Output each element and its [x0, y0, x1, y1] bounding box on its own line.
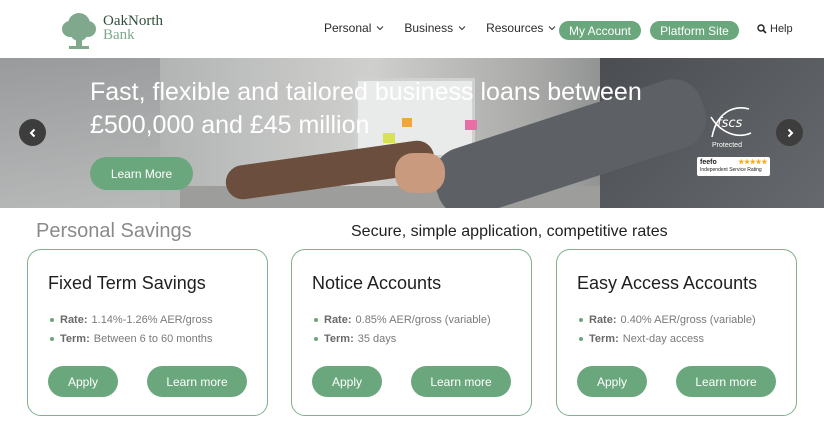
chevron-left-icon: [29, 128, 35, 137]
search-icon: [757, 24, 767, 34]
logo-text-oaknorth: OakNorth: [103, 13, 163, 29]
rate-label: Rate:: [589, 313, 617, 326]
term-label: Term:: [589, 332, 619, 345]
carousel-prev-button[interactable]: [19, 119, 46, 146]
term-label: Term:: [60, 332, 90, 345]
rate-label: Rate:: [324, 313, 352, 326]
section-subtitle: Secure, simple application, competitive …: [351, 223, 668, 240]
bullet-icon: [314, 336, 318, 341]
nav-personal[interactable]: Personal: [324, 21, 384, 35]
nav-resources-label: Resources: [486, 21, 544, 35]
feefo-badge[interactable]: feefo ★★★★★ Independent Service Rating: [697, 157, 770, 176]
oaknorth-logo[interactable]: OakNorth Bank: [61, 12, 163, 50]
card-title: Notice Accounts: [312, 273, 442, 293]
hero-learn-more-button[interactable]: Learn More: [90, 157, 193, 190]
list-item: Term: 35 days: [312, 329, 491, 348]
hero-bg-handshake: [395, 153, 445, 193]
card-title: Fixed Term Savings: [48, 273, 206, 293]
chevron-down-icon: [377, 26, 384, 31]
rate-label: Rate:: [60, 313, 88, 326]
my-account-button[interactable]: My Account: [559, 21, 641, 40]
rate-value: 1.14%-1.26% AER/gross: [91, 313, 213, 326]
apply-button[interactable]: Apply: [48, 366, 118, 397]
card-title: Easy Access Accounts: [577, 273, 758, 293]
main-nav: Personal Business Resources: [324, 21, 576, 35]
term-value: Next-day access: [622, 332, 705, 345]
learn-more-button[interactable]: Learn more: [676, 366, 776, 397]
bullet-icon: [579, 317, 583, 322]
bullet-icon: [314, 317, 318, 322]
product-card-notice: Notice Accounts Rate: 0.85% AER/gross (va…: [291, 249, 532, 416]
nav-personal-label: Personal: [324, 21, 372, 35]
product-card-fixed-term: Fixed Term Savings Rate: 1.14%-1.26% AER/…: [27, 249, 268, 416]
list-item: Rate: 0.40% AER/gross (variable): [577, 310, 756, 329]
fscs-logo: fscs: [710, 107, 752, 138]
term-label: Term:: [324, 332, 354, 345]
chevron-right-icon: [787, 128, 793, 137]
term-value: Between 6 to 60 months: [93, 332, 213, 345]
bullet-icon: [50, 336, 54, 341]
nav-business-label: Business: [404, 21, 454, 35]
site-header: OakNorth Bank Personal Business Resource…: [0, 0, 824, 58]
learn-more-button[interactable]: Learn more: [147, 366, 247, 397]
card-details: Rate: 0.85% AER/gross (variable) Term: 35 …: [312, 310, 491, 348]
chevron-down-icon: [458, 26, 466, 31]
svg-text:fscs: fscs: [717, 116, 742, 131]
card-details: Rate: 1.14%-1.26% AER/gross Term: Between …: [48, 310, 213, 348]
rate-value: 0.40% AER/gross (variable): [620, 313, 756, 326]
star-rating-icon: ★★★★★: [738, 159, 767, 166]
help-label: Help: [770, 23, 793, 35]
bullet-icon: [579, 336, 583, 341]
product-card-easy-access: Easy Access Accounts Rate: 0.40% AER/gros…: [556, 249, 797, 416]
nav-business[interactable]: Business: [404, 21, 466, 35]
card-details: Rate: 0.40% AER/gross (variable) Term: Nex…: [577, 310, 756, 348]
oak-tree-icon: [62, 13, 96, 49]
list-item: Rate: 1.14%-1.26% AER/gross: [48, 310, 213, 329]
carousel-next-button[interactable]: [776, 119, 803, 146]
fscs-protected-label: Protected: [712, 142, 742, 149]
feefo-caption: Independent Service Rating: [700, 167, 762, 173]
list-item: Term: Next-day access: [577, 329, 756, 348]
rate-value: 0.85% AER/gross (variable): [355, 313, 491, 326]
platform-site-button[interactable]: Platform Site: [650, 21, 739, 40]
chevron-down-icon: [549, 26, 556, 31]
section-title: Personal Savings: [36, 220, 192, 242]
term-value: 35 days: [357, 332, 397, 345]
nav-resources[interactable]: Resources: [486, 21, 556, 35]
list-item: Term: Between 6 to 60 months: [48, 329, 213, 348]
learn-more-button[interactable]: Learn more: [411, 366, 511, 397]
list-item: Rate: 0.85% AER/gross (variable): [312, 310, 491, 329]
apply-button[interactable]: Apply: [577, 366, 647, 397]
feefo-brand: feefo: [700, 159, 717, 166]
bullet-icon: [50, 317, 54, 322]
logo-text-bank: Bank: [103, 27, 135, 43]
hero-title: Fast, flexible and tailored business loa…: [90, 78, 642, 139]
help-link[interactable]: Help: [757, 23, 793, 35]
apply-button[interactable]: Apply: [312, 366, 382, 397]
